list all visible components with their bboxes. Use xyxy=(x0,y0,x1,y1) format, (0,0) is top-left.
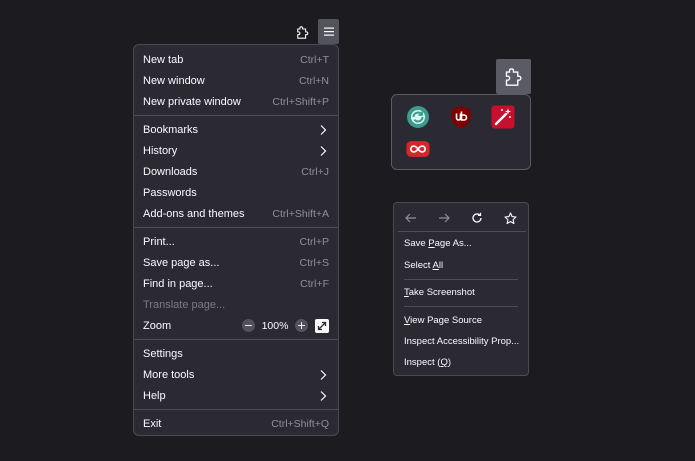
reload-icon[interactable] xyxy=(469,210,485,226)
extensions-panel-button[interactable] xyxy=(496,59,531,94)
menu-item-label: Zoom xyxy=(143,319,172,332)
menu-item-label: New private window xyxy=(143,95,241,108)
bookmark-star-icon[interactable] xyxy=(502,210,518,226)
context-item-label: View Page Source xyxy=(404,315,482,326)
zoom-controls: − 100% + xyxy=(242,318,329,333)
menu-item-label: Exit xyxy=(143,417,162,430)
menu-item-label: History xyxy=(143,144,178,157)
menu-separator xyxy=(134,227,338,228)
hamburger-icon xyxy=(323,27,334,36)
menu-item-label: Passwords xyxy=(143,186,197,199)
menu-item-shortcut: Ctrl+P xyxy=(299,235,329,248)
menu-item-downloads[interactable]: Downloads Ctrl+J xyxy=(134,161,338,182)
menu-item-shortcut: Ctrl+Shift+A xyxy=(272,207,329,220)
menu-item-new-private-window[interactable]: New private window Ctrl+Shift+P xyxy=(134,91,338,112)
menu-item-history[interactable]: History xyxy=(134,140,338,161)
menu-item-shortcut: Ctrl+Shift+Q xyxy=(271,417,329,430)
extensions-panel xyxy=(391,94,531,170)
chevron-right-icon xyxy=(320,124,327,135)
menu-item-shortcut: Ctrl+T xyxy=(300,53,329,66)
menu-item-shortcut: Ctrl+Shift+P xyxy=(272,95,329,108)
chevron-right-icon xyxy=(320,145,327,156)
context-item-label: Select All xyxy=(404,260,444,271)
menu-item-label: Find in page... xyxy=(143,277,213,290)
back-arrow-icon[interactable] xyxy=(403,210,419,226)
context-item-inspect-accessibility[interactable]: Inspect Accessibility Prop... xyxy=(404,336,519,347)
menu-item-label: Translate page... xyxy=(143,298,226,311)
sync-extension-icon[interactable] xyxy=(406,105,430,129)
forward-arrow-icon[interactable] xyxy=(436,210,452,226)
menu-separator xyxy=(134,115,338,116)
context-separator xyxy=(398,231,526,232)
menu-separator xyxy=(134,409,338,410)
menu-item-shortcut: Ctrl+J xyxy=(301,165,329,178)
zoom-out-button[interactable]: − xyxy=(242,319,255,332)
menu-item-new-tab[interactable]: New tab Ctrl+T xyxy=(134,49,338,70)
ublock-origin-icon[interactable] xyxy=(449,105,473,129)
menu-item-label: Downloads xyxy=(143,165,198,178)
menu-item-label: Add-ons and themes xyxy=(143,207,245,220)
zoom-in-button[interactable]: + xyxy=(295,319,308,332)
context-separator xyxy=(404,279,518,280)
menu-separator xyxy=(134,339,338,340)
menu-item-shortcut: Ctrl+N xyxy=(298,74,329,87)
context-item-label: Inspect (Q) xyxy=(404,357,451,368)
app-menu-panel: New tab Ctrl+T New window Ctrl+N New pri… xyxy=(133,44,339,436)
magic-wand-extension-icon[interactable] xyxy=(491,105,515,129)
puzzle-icon xyxy=(297,25,309,39)
context-separator xyxy=(404,306,518,307)
infinity-extension-icon[interactable] xyxy=(406,137,430,161)
menu-item-label: Help xyxy=(143,389,166,402)
context-item-label: Save Page As... xyxy=(404,238,472,249)
menu-item-save-page-as[interactable]: Save page as... Ctrl+S xyxy=(134,252,338,273)
context-item-take-screenshot[interactable]: Take Screenshot xyxy=(404,287,475,298)
context-menu: Save Page As... Select All Take Screensh… xyxy=(393,202,529,376)
menu-item-settings[interactable]: Settings xyxy=(134,343,338,364)
menu-item-shortcut: Ctrl+F xyxy=(300,277,329,290)
context-item-select-all[interactable]: Select All xyxy=(404,260,443,271)
menu-item-exit[interactable]: Exit Ctrl+Shift+Q xyxy=(134,413,338,434)
menu-item-label: Bookmarks xyxy=(143,123,199,136)
fullscreen-button[interactable] xyxy=(315,318,329,333)
menu-item-translate-page: Translate page... xyxy=(134,294,338,315)
chevron-right-icon xyxy=(320,390,327,401)
menu-item-label: New window xyxy=(143,74,205,87)
context-item-save-page-as[interactable]: Save Page As... xyxy=(404,238,472,249)
puzzle-icon xyxy=(505,67,522,86)
menu-item-label: Save page as... xyxy=(143,256,220,269)
menu-item-label: Settings xyxy=(143,347,183,360)
context-item-view-page-source[interactable]: View Page Source xyxy=(404,315,482,326)
menu-item-label: Print... xyxy=(143,235,175,248)
menu-item-zoom: Zoom − 100% + xyxy=(134,315,338,336)
fullscreen-icon xyxy=(317,321,327,330)
zoom-reset-button[interactable]: 100% xyxy=(255,320,295,332)
menu-item-bookmarks[interactable]: Bookmarks xyxy=(134,119,338,140)
context-item-label: Take Screenshot xyxy=(404,287,475,298)
app-menu-button[interactable] xyxy=(318,19,339,44)
context-nav-row xyxy=(394,207,528,229)
context-item-inspect[interactable]: Inspect (Q) xyxy=(404,357,451,368)
menu-item-find-in-page[interactable]: Find in page... Ctrl+F xyxy=(134,273,338,294)
extensions-toolbar-button[interactable] xyxy=(292,21,314,43)
menu-item-help[interactable]: Help xyxy=(134,385,338,406)
context-item-label: Inspect Accessibility Prop... xyxy=(404,336,520,347)
menu-item-add-ons-and-themes[interactable]: Add-ons and themes Ctrl+Shift+A xyxy=(134,203,338,224)
menu-item-label: More tools xyxy=(143,368,195,381)
menu-item-label: New tab xyxy=(143,53,184,66)
menu-item-print[interactable]: Print... Ctrl+P xyxy=(134,231,338,252)
menu-item-new-window[interactable]: New window Ctrl+N xyxy=(134,70,338,91)
menu-item-more-tools[interactable]: More tools xyxy=(134,364,338,385)
menu-item-shortcut: Ctrl+S xyxy=(299,256,329,269)
chevron-right-icon xyxy=(320,369,327,380)
menu-item-passwords[interactable]: Passwords xyxy=(134,182,338,203)
